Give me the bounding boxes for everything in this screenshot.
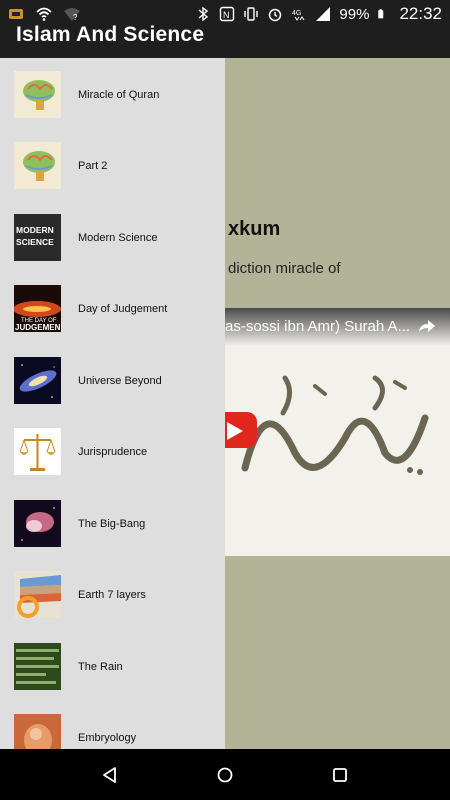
drawer-item-label: Earth 7 layers <box>78 588 146 601</box>
content-title: xkum <box>228 218 281 240</box>
day-of-judgement-thumbnail-icon: THE DAY OF JUDGEMEN <box>14 285 61 332</box>
navigation-drawer: Miracle of Quran Part 2 MODERN SCIENCE M… <box>0 58 225 749</box>
brain-thumbnail-icon <box>14 71 61 118</box>
galaxy-thumbnail-icon <box>14 357 61 404</box>
drawer-item-label: The Rain <box>78 660 123 673</box>
play-button[interactable] <box>225 412 257 448</box>
drawer-item-day-of-judgement[interactable]: THE DAY OF JUDGEMEN Day of Judgement <box>0 273 225 344</box>
home-icon[interactable] <box>216 766 234 784</box>
video-title[interactable]: as-sossi ibn Amr) Surah A... <box>225 318 410 335</box>
video-player[interactable]: as-sossi ibn Amr) Surah A... <box>225 308 450 556</box>
earth-layers-thumbnail-icon <box>14 571 61 618</box>
svg-text:?: ? <box>73 13 78 22</box>
drawer-item-part-2[interactable]: Part 2 <box>0 130 225 201</box>
drawer-item-universe-beyond[interactable]: Universe Beyond <box>0 345 225 416</box>
svg-text:4G: 4G <box>292 10 301 17</box>
nfc-icon: N <box>220 6 235 22</box>
svg-text:MODERN: MODERN <box>16 225 54 235</box>
rain-thumbnail-icon <box>14 643 61 690</box>
battery-icon <box>378 9 384 19</box>
content-subtitle: diction miracle of <box>228 260 341 277</box>
app-bar: Islam And Science <box>0 23 450 58</box>
wifi-icon <box>36 7 52 21</box>
drawer-item-label: The Big-Bang <box>78 517 146 530</box>
drawer-item-label: Modern Science <box>78 231 158 244</box>
clock: 22:32 <box>399 4 442 23</box>
app-title: Islam And Science <box>16 23 205 46</box>
brain-thumbnail-icon <box>14 142 61 189</box>
modern-science-thumbnail-icon: MODERN SCIENCE <box>14 214 61 261</box>
back-icon[interactable] <box>101 766 119 784</box>
drawer-item-modern-science[interactable]: MODERN SCIENCE Modern Science <box>0 202 225 273</box>
nebula-thumbnail-icon <box>14 500 61 547</box>
svg-text:JUDGEMEN: JUDGEMEN <box>15 323 61 332</box>
embryo-thumbnail-icon <box>14 714 61 749</box>
drawer-item-jurisprudence[interactable]: Jurisprudence <box>0 416 225 487</box>
drawer-item-label: Jurisprudence <box>78 445 148 458</box>
arabic-calligraphy-image <box>241 375 429 475</box>
scales-thumbnail-icon <box>14 428 61 475</box>
battery-percent: 99% <box>339 5 370 23</box>
drawer-item-the-big-bang[interactable]: The Big-Bang <box>0 488 225 559</box>
system-navigation-bar <box>0 749 450 800</box>
drawer-item-label: Embryology <box>78 731 137 744</box>
bluetooth-icon <box>198 6 209 22</box>
svg-text:N: N <box>223 10 230 20</box>
vibrate-icon <box>244 7 259 21</box>
svg-text:SCIENCE: SCIENCE <box>16 237 54 247</box>
data-lte-icon: 4G <box>292 10 305 21</box>
wifi-question-icon: ? <box>64 8 80 22</box>
drawer-item-label: Part 2 <box>78 159 108 172</box>
drawer-item-label: Day of Judgement <box>78 302 168 315</box>
share-icon[interactable] <box>418 318 436 334</box>
drawer-item-label: Universe Beyond <box>78 374 162 387</box>
alarm-icon <box>269 8 282 22</box>
signal-icon <box>316 7 331 21</box>
play-icon <box>227 422 243 440</box>
drawer-item-embryology[interactable]: Embryology <box>0 702 225 749</box>
notification-app-icon <box>9 9 23 19</box>
recents-icon[interactable] <box>331 766 349 784</box>
drawer-item-miracle-of-quran[interactable]: Miracle of Quran <box>0 59 225 130</box>
drawer-item-earth-7-layers[interactable]: Earth 7 layers <box>0 559 225 630</box>
drawer-item-label: Miracle of Quran <box>78 88 160 101</box>
drawer-item-the-rain[interactable]: The Rain <box>0 631 225 702</box>
